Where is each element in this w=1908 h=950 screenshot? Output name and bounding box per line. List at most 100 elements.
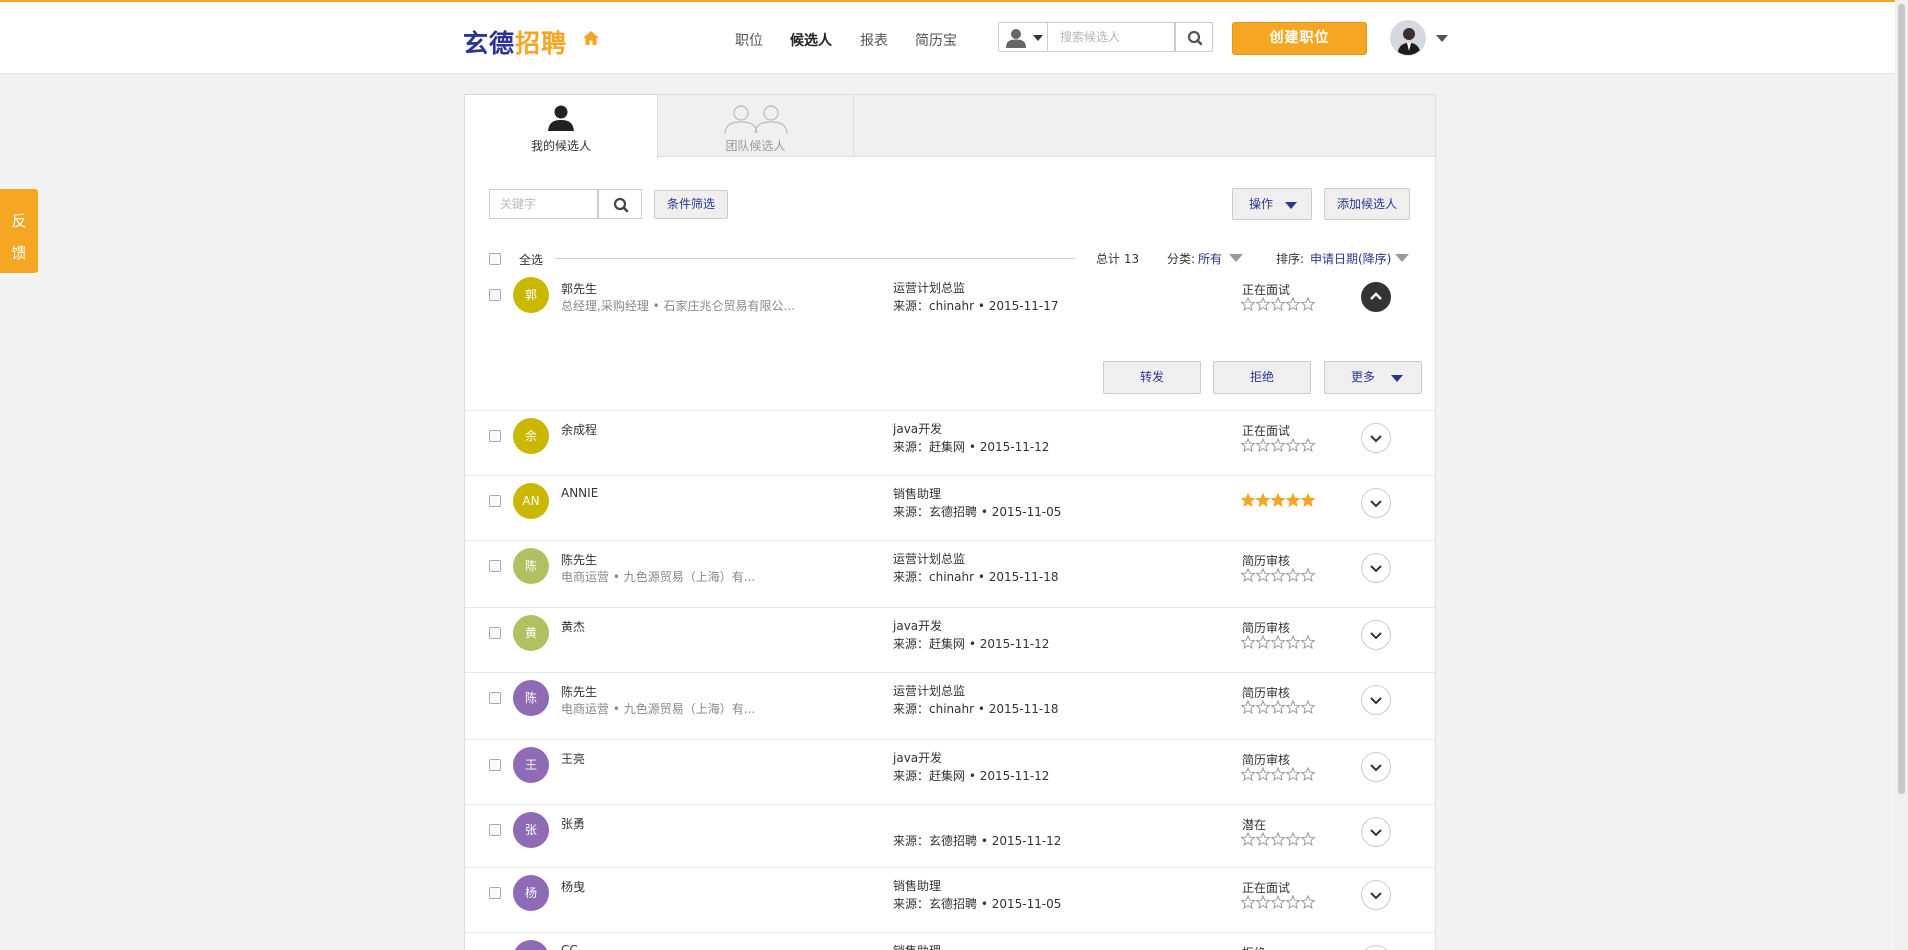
- candidate-name[interactable]: 郭先生: [561, 280, 597, 297]
- select-all-checkbox[interactable]: [489, 253, 501, 265]
- person-icon: [1006, 29, 1026, 48]
- nav-reports[interactable]: 报表: [860, 30, 888, 50]
- home-icon[interactable]: [582, 29, 600, 47]
- row-checkbox[interactable]: [489, 560, 501, 572]
- star-rating-icon[interactable]: [1241, 895, 1317, 909]
- chevron-down-icon[interactable]: [1395, 254, 1409, 262]
- candidate-row[interactable]: AN ANNIE 销售助理 来源：玄德招聘 • 2015-11-05: [465, 476, 1435, 541]
- row-checkbox[interactable]: [489, 495, 501, 507]
- keyword-input[interactable]: [489, 189, 598, 219]
- search-type-dropdown[interactable]: [998, 22, 1048, 52]
- candidate-row[interactable]: 陈陈先生 电商运营 • 九色源贸易（上海）有... 运营计划总监 来源：chinahr…: [465, 541, 1435, 608]
- row-checkbox[interactable]: [489, 430, 501, 442]
- chevron-down-icon: [1370, 892, 1382, 900]
- star-rating-icon[interactable]: [1241, 297, 1317, 311]
- candidate-row[interactable]: 张张勇 来源：玄德招聘 • 2015-11-12 潜在: [465, 805, 1435, 868]
- user-photo-icon: [1391, 21, 1425, 55]
- feedback-label-2: 馈: [11, 244, 27, 262]
- expand-button[interactable]: [1361, 880, 1391, 910]
- candidate-title: 电商运营 • 九色源贸易（上海）有...: [561, 570, 756, 584]
- nav-candidates[interactable]: 候选人: [790, 30, 832, 50]
- candidate-position: java开发: [893, 422, 943, 436]
- star-rating-icon[interactable]: [1241, 493, 1317, 507]
- category-dropdown[interactable]: 所有: [1198, 250, 1222, 267]
- candidate-avatar: 余: [513, 418, 549, 454]
- row-checkbox[interactable]: [489, 289, 501, 301]
- candidate-row[interactable]: 陈陈先生 电商运营 • 九色源贸易（上海）有... 运营计划总监 来源：chinahr…: [465, 673, 1435, 740]
- candidate-name[interactable]: 杨曳: [561, 878, 585, 895]
- expand-button[interactable]: [1361, 488, 1391, 518]
- candidate-row[interactable]: 余余成程 java开发来源：赶集网 • 2015-11-12 正在面试: [465, 411, 1435, 476]
- collapse-button[interactable]: [1361, 282, 1391, 312]
- search-button[interactable]: [1175, 22, 1213, 52]
- candidate-name[interactable]: 陈先生: [561, 683, 597, 700]
- candidate-name[interactable]: CC: [561, 943, 578, 950]
- chevron-down-icon: [1370, 500, 1382, 508]
- candidate-row[interactable]: CC CC 销售助理 拒绝: [465, 933, 1435, 950]
- star-rating-icon[interactable]: [1241, 438, 1317, 452]
- expand-button[interactable]: [1361, 553, 1391, 583]
- expand-button[interactable]: [1361, 620, 1391, 650]
- candidate-avatar: CC: [513, 940, 549, 950]
- reject-button[interactable]: 拒绝: [1213, 361, 1311, 394]
- avatar[interactable]: [1390, 20, 1426, 56]
- chevron-down-icon[interactable]: [1436, 35, 1448, 42]
- candidate-name[interactable]: 黄杰: [561, 618, 585, 635]
- candidate-row[interactable]: 杨杨曳 销售助理 来源：玄德招聘 • 2015-11-05 正在面试: [465, 868, 1435, 933]
- filter-button[interactable]: 条件筛选: [654, 190, 728, 219]
- candidate-row[interactable]: 王王亮 java开发 来源：赶集网 • 2015-11-12 简历审核: [465, 740, 1435, 805]
- row-checkbox[interactable]: [489, 627, 501, 639]
- create-job-button[interactable]: 创建职位: [1232, 22, 1367, 55]
- tab-label: 我的候选人: [530, 139, 591, 153]
- star-rating-icon[interactable]: [1241, 767, 1317, 781]
- expand-button[interactable]: [1361, 423, 1391, 453]
- nav-jobs[interactable]: 职位: [735, 30, 763, 50]
- feedback-tab[interactable]: 反 馈: [0, 189, 38, 273]
- candidate-status: 正在面试: [1242, 424, 1291, 438]
- candidate-name[interactable]: 张勇: [561, 815, 585, 832]
- tab-bar: 我的候选人 团队候选人: [465, 95, 1435, 158]
- candidate-title: 总经理,采购经理 • 石家庄兆仑贸易有限公...: [561, 299, 795, 313]
- tab-team-candidates[interactable]: 团队候选人: [658, 95, 854, 157]
- chevron-down-icon: [1370, 565, 1382, 573]
- star-rating-icon[interactable]: [1241, 700, 1317, 714]
- add-candidate-button[interactable]: 添加候选人: [1324, 188, 1410, 220]
- logo[interactable]: 玄德招聘: [463, 24, 567, 60]
- expand-button[interactable]: [1361, 685, 1391, 715]
- row-checkbox[interactable]: [489, 692, 501, 704]
- candidate-position: 运营计划总监: [893, 684, 966, 698]
- candidate-name[interactable]: 陈先生: [561, 551, 597, 568]
- forward-button[interactable]: 转发: [1103, 361, 1201, 394]
- star-rating-icon[interactable]: [1241, 568, 1317, 582]
- sort-dropdown[interactable]: 申请日期(降序): [1310, 250, 1391, 267]
- operation-dropdown[interactable]: 操作: [1232, 188, 1312, 220]
- candidate-status: 拒绝: [1242, 944, 1266, 950]
- candidate-position: 销售助理: [893, 942, 941, 950]
- row-checkbox[interactable]: [489, 759, 501, 771]
- candidate-name[interactable]: 余成程: [561, 421, 597, 438]
- candidate-name[interactable]: ANNIE: [561, 486, 598, 500]
- chevron-down-icon: [1370, 435, 1382, 443]
- candidate-avatar: 黄: [513, 615, 549, 651]
- expand-button[interactable]: [1361, 945, 1391, 950]
- candidate-row[interactable]: 黄黄杰 java开发 来源：赶集网 • 2015-11-12 简历审核: [465, 608, 1435, 673]
- candidate-source: 来源：玄德招聘 • 2015-11-05: [893, 897, 1062, 911]
- candidate-source: 来源：赶集网 • 2015-11-12: [893, 440, 1050, 454]
- expand-button[interactable]: [1361, 752, 1391, 782]
- star-rating-icon[interactable]: [1241, 635, 1317, 649]
- divider: [555, 258, 1075, 259]
- row-checkbox[interactable]: [489, 824, 501, 836]
- candidate-status: 正在面试: [1242, 881, 1291, 895]
- nav-resume-bank[interactable]: 简历宝: [915, 30, 957, 50]
- candidate-name[interactable]: 王亮: [561, 750, 585, 767]
- search-input[interactable]: [1048, 22, 1175, 52]
- expand-button[interactable]: [1361, 817, 1391, 847]
- more-dropdown[interactable]: 更多: [1324, 361, 1422, 394]
- keyword-search-button[interactable]: [598, 189, 642, 219]
- logo-part1: 玄德: [463, 29, 516, 58]
- chevron-down-icon[interactable]: [1229, 254, 1243, 262]
- scrollbar-thumb[interactable]: [1898, 4, 1905, 794]
- row-checkbox[interactable]: [489, 887, 501, 899]
- star-rating-icon[interactable]: [1241, 832, 1317, 846]
- tab-my-candidates[interactable]: 我的候选人: [465, 95, 658, 158]
